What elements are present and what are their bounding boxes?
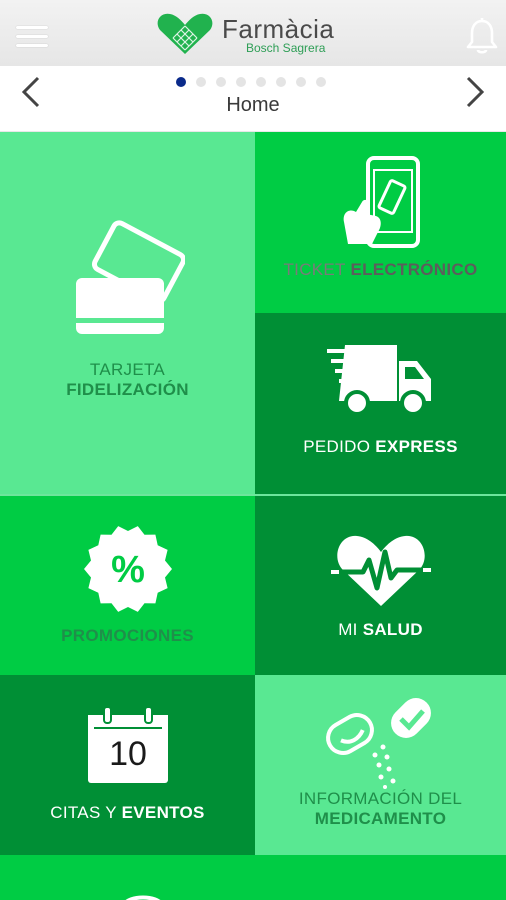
page-dot[interactable] bbox=[176, 77, 186, 87]
page-dot[interactable] bbox=[276, 77, 286, 87]
label-line: TARJETA bbox=[89, 360, 166, 379]
label-bold: EXPRESS bbox=[375, 437, 458, 456]
brand-subtitle: Bosch Sagrera bbox=[246, 41, 326, 55]
tile-label: INFORMACIÓN DEL MEDICAMENTO bbox=[255, 789, 506, 829]
label-light: TICKET bbox=[283, 260, 351, 279]
label-line-bold: MEDICAMENTO bbox=[314, 809, 447, 828]
tile-label: MI SALUD bbox=[255, 620, 506, 640]
calendar-day: 10 bbox=[109, 735, 147, 773]
tile-citas-eventos[interactable]: 10 CITAS Y EVENTOS bbox=[0, 675, 255, 855]
next-tile-icon bbox=[125, 895, 161, 900]
tile-tarjeta-fidelizacion[interactable]: TARJETA FIDELIZACIÓN bbox=[0, 132, 255, 494]
cards-icon bbox=[76, 220, 185, 334]
next-arrow-icon[interactable] bbox=[460, 74, 490, 110]
heart-pulse-icon bbox=[331, 535, 431, 606]
percent-badge-icon: % bbox=[84, 526, 172, 612]
tile-mi-salud[interactable]: MI SALUD bbox=[255, 494, 506, 675]
tile-label: PEDIDO EXPRESS bbox=[255, 437, 506, 457]
page-dot[interactable] bbox=[296, 77, 306, 87]
tile-label: PROMOCIONES bbox=[0, 626, 255, 646]
label-bold: SALUD bbox=[362, 620, 423, 639]
tile-pedido-express[interactable]: PEDIDO EXPRESS bbox=[255, 313, 506, 494]
page-dot[interactable] bbox=[196, 77, 206, 87]
label-line: INFORMACIÓN DEL bbox=[298, 789, 463, 808]
bell-icon[interactable] bbox=[464, 16, 500, 56]
label-bold: PROMOCIONES bbox=[61, 626, 194, 645]
app-header: Farmàcia Bosch Sagrera bbox=[0, 0, 506, 66]
page-title: Home bbox=[226, 94, 280, 116]
tile-next-row[interactable] bbox=[0, 855, 506, 900]
tile-promociones[interactable]: % PROMOCIONES bbox=[0, 494, 255, 675]
page-navigation: Home bbox=[0, 66, 506, 132]
page-indicator bbox=[176, 77, 326, 87]
brand-logo: Farmàcia Bosch Sagrera bbox=[156, 12, 366, 58]
truck-icon bbox=[327, 345, 431, 416]
page-dot[interactable] bbox=[216, 77, 226, 87]
label-light: CITAS Y bbox=[50, 803, 122, 822]
tile-informacion-medicamento[interactable]: INFORMACIÓN DEL MEDICAMENTO bbox=[255, 675, 506, 855]
page-dot[interactable] bbox=[236, 77, 246, 87]
label-bold: ELECTRÓNICO bbox=[350, 260, 478, 279]
tile-ticket-electronico[interactable]: TICKET ELECTRÓNICO bbox=[255, 132, 506, 313]
pills-icon bbox=[326, 698, 431, 789]
page-dot[interactable] bbox=[256, 77, 266, 87]
menu-icon[interactable] bbox=[16, 26, 48, 48]
label-light: MI bbox=[338, 620, 363, 639]
label-line-bold: FIDELIZACIÓN bbox=[66, 380, 189, 399]
tile-label: CITAS Y EVENTOS bbox=[0, 803, 255, 823]
page-dot[interactable] bbox=[316, 77, 326, 87]
calendar-icon: 10 bbox=[86, 707, 170, 785]
heart-logo-icon bbox=[157, 13, 213, 54]
svg-text:%: % bbox=[111, 549, 145, 591]
phone-ticket-icon bbox=[343, 156, 420, 248]
label-bold: EVENTOS bbox=[121, 803, 205, 822]
tile-label: TICKET ELECTRÓNICO bbox=[255, 260, 506, 280]
label-light: PEDIDO bbox=[303, 437, 376, 456]
tile-label: TARJETA FIDELIZACIÓN bbox=[0, 360, 255, 400]
